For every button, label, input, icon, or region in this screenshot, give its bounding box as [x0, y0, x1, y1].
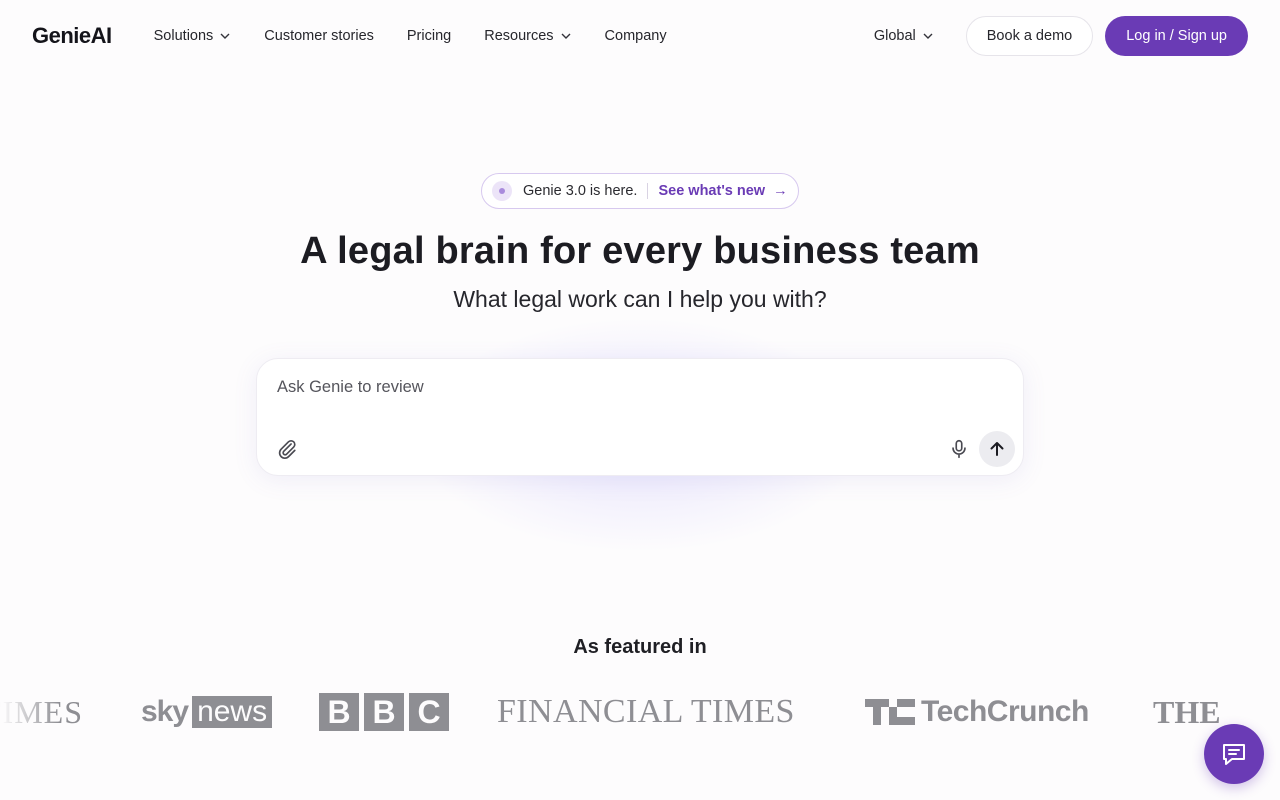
- ft-logo-text: FINANCIAL TIMES: [497, 693, 795, 730]
- send-button[interactable]: [979, 431, 1015, 467]
- book-demo-button[interactable]: Book a demo: [965, 16, 1094, 56]
- announcement-badge[interactable]: Genie 3.0 is here. See what's new →: [481, 173, 799, 209]
- nav-item-customer-stories[interactable]: Customer stories: [264, 28, 374, 44]
- techcrunch-logo-text: TechCrunch: [921, 695, 1089, 728]
- nav-item-label: Company: [604, 28, 667, 44]
- arrow-up-icon: [990, 442, 1004, 456]
- hero-title: A legal brain for every business team: [300, 230, 980, 272]
- news-logo-text: news: [192, 696, 273, 728]
- badge-divider: [647, 183, 649, 199]
- bbc-letter: B: [364, 693, 404, 731]
- logo-fade-left: [0, 684, 60, 740]
- chevron-down-icon: [220, 33, 230, 39]
- badge-text: Genie 3.0 is here.: [523, 183, 638, 199]
- nav-item-label: Pricing: [406, 28, 452, 44]
- see-whats-new-link[interactable]: See what's new →: [658, 183, 787, 199]
- nav-actions: Global Book a demo Log in / Sign up: [874, 16, 1248, 56]
- badge-dot-icon: [492, 181, 512, 201]
- bbc-letter: B: [319, 693, 359, 731]
- techcrunch-logo: TechCrunch: [865, 684, 1089, 740]
- top-nav: GenieAI Solutions Customer stories Prici…: [0, 0, 1280, 72]
- nav-item-label: Resources: [484, 28, 554, 44]
- region-label: Global: [873, 28, 916, 44]
- press-logos-strip: TIMES sky news B B C FINANCIAL TIMES Tec…: [0, 684, 1280, 740]
- prompt-input[interactable]: [277, 375, 977, 399]
- region-selector[interactable]: Global: [874, 28, 934, 44]
- chat-bubble-icon: [1223, 744, 1245, 765]
- nav-links: Solutions Customer stories Pricing Resou…: [154, 28, 700, 44]
- the-logo-text: THE: [1153, 693, 1221, 730]
- badge-link-label: See what's new: [658, 183, 766, 199]
- nav-item-label: Solutions: [153, 28, 214, 44]
- techcrunch-mark-icon: [865, 699, 915, 725]
- nav-item-resources[interactable]: Resources: [484, 28, 571, 44]
- nav-item-label: Customer stories: [264, 28, 374, 44]
- nav-item-company[interactable]: Company: [605, 28, 667, 44]
- login-signup-button[interactable]: Log in / Sign up: [1105, 16, 1248, 56]
- bbc-logo: B B C: [319, 684, 449, 740]
- financial-times-logo: FINANCIAL TIMES: [497, 684, 795, 740]
- arrow-right-icon: →: [773, 183, 788, 199]
- hero-subtitle: What legal work can I help you with?: [453, 286, 827, 312]
- paperclip-icon[interactable]: [276, 438, 298, 460]
- microphone-icon[interactable]: [948, 438, 970, 460]
- chevron-down-icon: [561, 33, 571, 39]
- sky-logo-text: sky: [141, 695, 189, 728]
- chevron-down-icon: [923, 33, 933, 39]
- sky-news-logo: sky news: [141, 684, 273, 740]
- featured-heading: As featured in: [573, 636, 707, 658]
- nav-item-pricing[interactable]: Pricing: [407, 28, 451, 44]
- nav-item-solutions[interactable]: Solutions: [154, 28, 232, 44]
- genieai-logo[interactable]: GenieAI: [32, 23, 112, 49]
- bbc-letter: C: [409, 693, 449, 731]
- prompt-box: [256, 358, 1024, 476]
- chat-launcher-button[interactable]: [1204, 724, 1264, 784]
